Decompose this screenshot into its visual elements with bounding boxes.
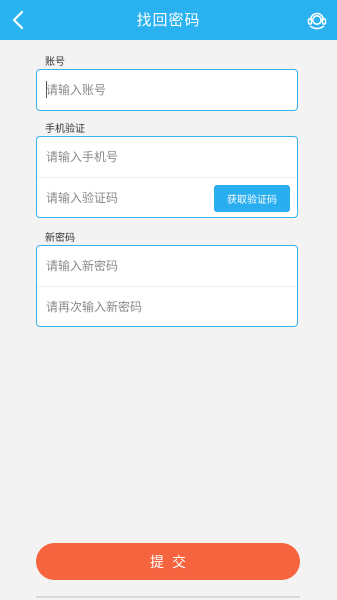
code-input[interactable] bbox=[46, 190, 206, 205]
bottom-divider bbox=[36, 596, 300, 598]
phone-verify-label: 手机验证 bbox=[45, 124, 85, 135]
phone-row bbox=[37, 137, 297, 177]
get-code-button[interactable]: 获取验证码 bbox=[214, 185, 290, 212]
password-row bbox=[37, 246, 297, 286]
new-password-group bbox=[36, 245, 298, 327]
confirm-row bbox=[37, 286, 297, 326]
app-header: 找回密码 bbox=[0, 0, 337, 40]
code-row: 获取验证码 bbox=[37, 177, 297, 217]
customer-service-button[interactable] bbox=[303, 6, 331, 34]
account-input[interactable] bbox=[46, 83, 206, 97]
account-group bbox=[36, 69, 298, 111]
customer-service-icon bbox=[307, 12, 327, 30]
confirm-password-input[interactable] bbox=[46, 299, 206, 314]
phone-input[interactable] bbox=[46, 150, 206, 164]
account-row bbox=[37, 70, 297, 110]
phone-verify-group: 获取验证码 bbox=[36, 136, 298, 218]
submit-button[interactable]: 提交 bbox=[36, 543, 300, 580]
account-label: 账号 bbox=[45, 57, 65, 68]
new-password-input[interactable] bbox=[46, 259, 206, 273]
text-caret bbox=[46, 81, 47, 98]
page-title: 找回密码 bbox=[136, 11, 201, 29]
new-password-label: 新密码 bbox=[45, 233, 75, 244]
